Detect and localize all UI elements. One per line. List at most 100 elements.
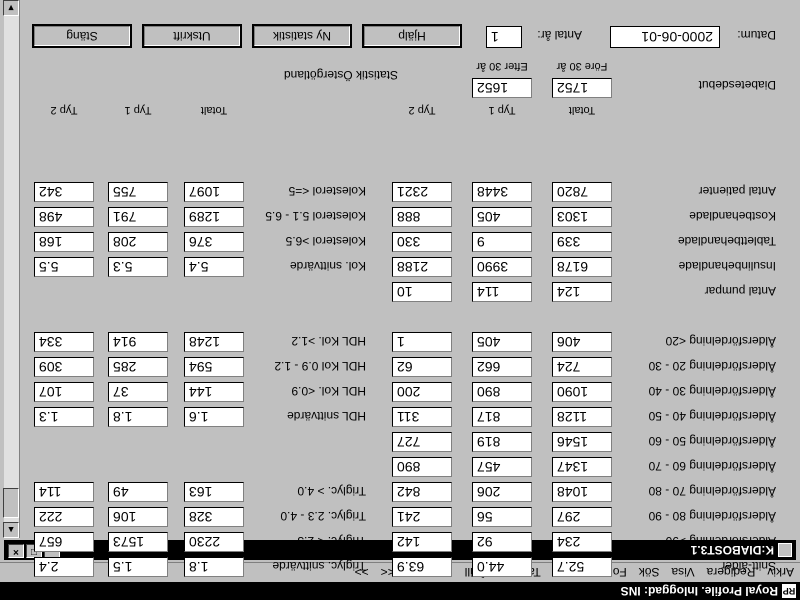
date-label: Datum: bbox=[737, 28, 776, 42]
left-top-row-value: 200 bbox=[392, 382, 452, 402]
left-bottom-row-value: 10 bbox=[392, 282, 452, 302]
right-bottom-row-label: Kolesterol >6.5 bbox=[285, 234, 366, 248]
right-top-row-label: Triglyc. 2.3 - 4.0 bbox=[280, 509, 366, 523]
left-top-row-value: 819 bbox=[472, 432, 532, 452]
right-hdl-row-value: 1.6 bbox=[184, 407, 244, 427]
print-label: Utskrift bbox=[144, 26, 240, 46]
left-top-row-value: 1090 bbox=[552, 382, 612, 402]
left-top-row-value: 842 bbox=[392, 482, 452, 502]
left-bottom-row-value: 1303 bbox=[552, 207, 612, 227]
right-top-row-value: 114 bbox=[34, 482, 94, 502]
right-hdl-row-label: HDL Kol 0.9 - 1.2 bbox=[274, 359, 366, 373]
left-bottom-row-label: Tablettbehandlade bbox=[677, 234, 776, 248]
right-bottom-row-value: 755 bbox=[108, 182, 168, 202]
right-bottom-row-value: 376 bbox=[184, 232, 244, 252]
left-top-row-label: Åldersfördelning 60 - 70 bbox=[648, 459, 776, 473]
print-button[interactable]: Utskrift bbox=[142, 24, 242, 48]
left-bottom-row-value: 7820 bbox=[552, 182, 612, 202]
left-top-row-label: Åldersfördelning 30 - 40 bbox=[648, 384, 776, 398]
debut-after-30-header: Efter 30 år bbox=[476, 60, 528, 72]
left-col-header-total: Totalt bbox=[568, 104, 596, 116]
left-top-row-value: 56 bbox=[472, 507, 532, 527]
left-top-row-label: Åldersfördelning <20 bbox=[665, 334, 776, 348]
app-icon: RP bbox=[782, 584, 796, 598]
left-bottom-row-label: Antal pumpar bbox=[704, 284, 776, 298]
debut-label: Diabetesdebut bbox=[698, 78, 776, 92]
left-top-row-value: 311 bbox=[392, 407, 452, 427]
close-icon[interactable]: × bbox=[8, 544, 24, 558]
right-bottom-row-value: 1097 bbox=[184, 182, 244, 202]
years-field[interactable]: 1 bbox=[486, 26, 522, 48]
app-title-bar: RP Royal Profile. Inloggad: INS bbox=[0, 582, 800, 600]
left-bottom-row-value: 6178 bbox=[552, 257, 612, 277]
left-bottom-row-value: 339 bbox=[552, 232, 612, 252]
left-top-row-label: Åldersfördelning 40 - 50 bbox=[648, 409, 776, 423]
right-bottom-row-value: 5.4 bbox=[184, 257, 244, 277]
right-top-row-value: 657 bbox=[34, 532, 94, 552]
right-bottom-row-label: Kolesterol <=5 bbox=[288, 184, 366, 198]
right-top-row-value: 163 bbox=[184, 482, 244, 502]
right-top-row-value: 2230 bbox=[184, 532, 244, 552]
vertical-scrollbar[interactable]: ▲ ▼ bbox=[3, 0, 20, 538]
scroll-up-icon[interactable]: ▲ bbox=[3, 522, 19, 538]
statistics-form: Datum: 2000-06-01 Antal år: 1 Hjälp Ny s… bbox=[24, 0, 796, 577]
left-top-row-label: Åldersfördelning 80 - 90 bbox=[648, 509, 776, 523]
left-top-row-value: 1 bbox=[392, 332, 452, 352]
left-top-row-value: 234 bbox=[552, 532, 612, 552]
left-bottom-row-value: 9 bbox=[472, 232, 532, 252]
right-hdl-row-value: 1.8 bbox=[108, 407, 168, 427]
help-button[interactable]: Hjälp bbox=[362, 24, 462, 48]
right-hdl-row-value: 37 bbox=[108, 382, 168, 402]
right-hdl-row-value: 107 bbox=[34, 382, 94, 402]
left-top-row-value: 662 bbox=[472, 357, 532, 377]
right-hdl-row-value: 1248 bbox=[184, 332, 244, 352]
right-top-row-value: 1.5 bbox=[108, 557, 168, 577]
menu-sok[interactable]: Sök bbox=[639, 566, 660, 580]
right-top-row-value: 49 bbox=[108, 482, 168, 502]
debut-before-30-header: Före 30 år bbox=[556, 60, 608, 72]
right-col-header-type2: Typ 2 bbox=[50, 104, 78, 116]
scroll-down-icon[interactable]: ▼ bbox=[3, 0, 19, 16]
left-bottom-row-value: 124 bbox=[552, 282, 612, 302]
right-bottom-row-label: Kolesterol 5.1 - 6.5 bbox=[265, 209, 366, 223]
right-col-header-type1: Typ 1 bbox=[124, 104, 152, 116]
right-bottom-row-value: 5.5 bbox=[34, 257, 94, 277]
left-top-row-value: 817 bbox=[472, 407, 532, 427]
date-field[interactable]: 2000-06-01 bbox=[610, 26, 720, 48]
right-top-row-value: 1573 bbox=[108, 532, 168, 552]
new-statistics-button[interactable]: Ny statistik bbox=[252, 24, 352, 48]
right-hdl-row-label: HDL Kol. <0.9 bbox=[291, 384, 366, 398]
left-bottom-row-value: 405 bbox=[472, 207, 532, 227]
right-hdl-row-value: 285 bbox=[108, 357, 168, 377]
right-top-row-label: Triglyc. > 4.0 bbox=[297, 484, 366, 498]
right-hdl-row-label: HDL snittvärde bbox=[287, 409, 366, 423]
left-bottom-row-value: 3448 bbox=[472, 182, 532, 202]
left-bottom-row-value: 114 bbox=[472, 282, 532, 302]
menu-visa[interactable]: Visa bbox=[671, 566, 694, 580]
app-title: Royal Profile. Inloggad: INS bbox=[620, 584, 778, 598]
left-bottom-row-value: 2321 bbox=[392, 182, 452, 202]
right-hdl-row-value: 594 bbox=[184, 357, 244, 377]
right-bottom-row-value: 498 bbox=[34, 207, 94, 227]
left-top-row-value: 52.7 bbox=[552, 557, 612, 577]
right-hdl-row-value: 309 bbox=[34, 357, 94, 377]
left-bottom-row-value: 3990 bbox=[472, 257, 532, 277]
left-top-row-value: 890 bbox=[472, 382, 532, 402]
right-top-row-label: Triglyc. snittvärde bbox=[272, 559, 366, 573]
left-top-row-value: 241 bbox=[392, 507, 452, 527]
left-top-row-value: 457 bbox=[472, 457, 532, 477]
right-bottom-row-value: 5.3 bbox=[108, 257, 168, 277]
left-bottom-row-value: 330 bbox=[392, 232, 452, 252]
left-top-row-label: Åldersfördelning >90 bbox=[665, 534, 776, 548]
close-button[interactable]: Stäng bbox=[32, 24, 132, 48]
scroll-thumb[interactable] bbox=[3, 488, 19, 518]
screen: RP Royal Profile. Inloggad: INS Arkiv Re… bbox=[0, 0, 800, 600]
left-top-row-value: 142 bbox=[392, 532, 452, 552]
left-top-row-value: 890 bbox=[392, 457, 452, 477]
left-top-row-value: 1546 bbox=[552, 432, 612, 452]
years-label: Antal år: bbox=[537, 28, 582, 42]
right-bottom-row-value: 791 bbox=[108, 207, 168, 227]
left-top-row-label: Åldersfördelning 50 - 60 bbox=[648, 434, 776, 448]
left-top-row-value: 727 bbox=[392, 432, 452, 452]
right-bottom-row-value: 342 bbox=[34, 182, 94, 202]
